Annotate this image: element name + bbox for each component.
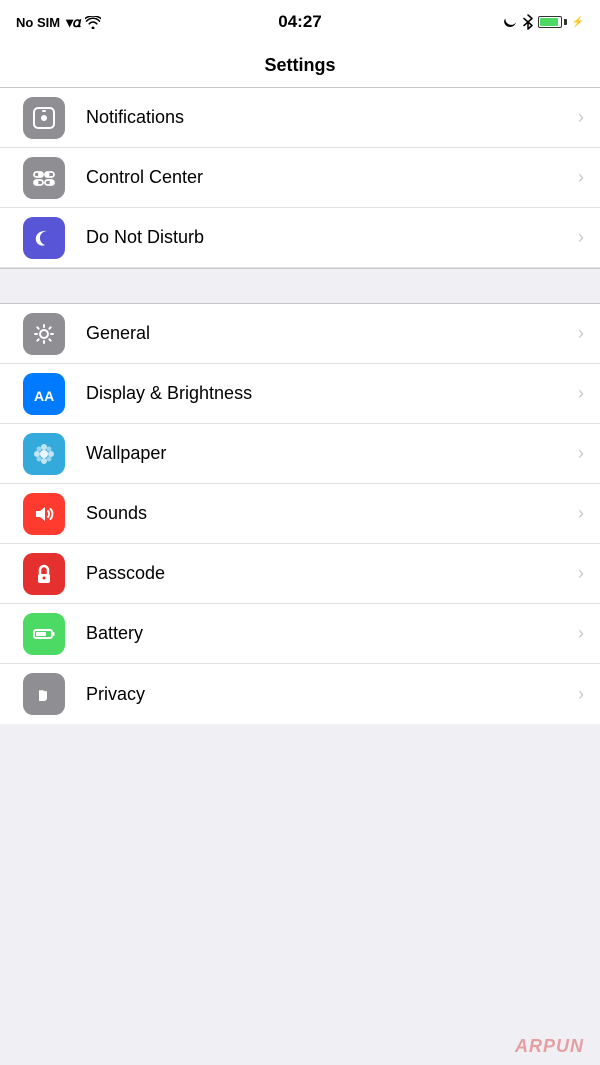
- battery-icon-wrapper: [16, 606, 72, 662]
- battery-status: [538, 16, 567, 28]
- battery-icon-box: [23, 613, 65, 655]
- control-center-label: Control Center: [86, 167, 570, 188]
- battery-chevron: ›: [578, 623, 584, 644]
- privacy-icon-wrapper: [16, 666, 72, 722]
- general-icon-wrapper: [16, 306, 72, 362]
- privacy-label: Privacy: [86, 684, 570, 705]
- page-title: Settings: [264, 55, 335, 76]
- notifications-icon-wrapper: [16, 90, 72, 146]
- passcode-label: Passcode: [86, 563, 570, 584]
- section-separator-1: [0, 268, 600, 304]
- status-right: ⚡: [504, 14, 584, 30]
- do-not-disturb-label: Do Not Disturb: [86, 227, 570, 248]
- notifications-label: Notifications: [86, 107, 570, 128]
- general-label: General: [86, 323, 570, 344]
- do-not-disturb-icon: [31, 225, 57, 251]
- settings-group-1: Notifications › Control Center ›: [0, 88, 600, 268]
- status-left: No SIM ▾𝛼: [16, 14, 101, 31]
- passcode-icon-box: [23, 553, 65, 595]
- notifications-icon: [31, 105, 57, 131]
- do-not-disturb-icon-box: [23, 217, 65, 259]
- status-bar: No SIM ▾𝛼 04:27 ⚡: [0, 0, 600, 44]
- watermark: ARPUN: [515, 1036, 584, 1057]
- moon-icon: [504, 15, 518, 29]
- passcode-chevron: ›: [578, 563, 584, 584]
- do-not-disturb-chevron: ›: [578, 227, 584, 248]
- display-label: Display & Brightness: [86, 383, 570, 404]
- general-icon-box: [23, 313, 65, 355]
- settings-item-battery[interactable]: Battery ›: [0, 604, 600, 664]
- sounds-icon-box: [23, 493, 65, 535]
- general-icon: [31, 321, 57, 347]
- battery-label: Battery: [86, 623, 570, 644]
- settings-item-notifications[interactable]: Notifications ›: [0, 88, 600, 148]
- settings-item-privacy[interactable]: Privacy ›: [0, 664, 600, 724]
- settings-item-wallpaper[interactable]: Wallpaper ›: [0, 424, 600, 484]
- wifi-icon: ▾𝛼: [66, 14, 101, 31]
- settings-item-passcode[interactable]: Passcode ›: [0, 544, 600, 604]
- settings-item-control-center[interactable]: Control Center ›: [0, 148, 600, 208]
- control-center-icon-wrapper: [16, 150, 72, 206]
- wallpaper-icon: [31, 441, 57, 467]
- passcode-icon: [31, 561, 57, 587]
- settings-item-do-not-disturb[interactable]: Do Not Disturb ›: [0, 208, 600, 268]
- display-chevron: ›: [578, 383, 584, 404]
- wallpaper-icon-box: [23, 433, 65, 475]
- sounds-chevron: ›: [578, 503, 584, 524]
- control-center-icon: [31, 165, 57, 191]
- wallpaper-icon-wrapper: [16, 426, 72, 482]
- privacy-icon: [31, 681, 57, 707]
- carrier-label: No SIM: [16, 15, 60, 30]
- control-center-chevron: ›: [578, 167, 584, 188]
- sounds-label: Sounds: [86, 503, 570, 524]
- passcode-icon-wrapper: [16, 546, 72, 602]
- battery-icon: [31, 621, 57, 647]
- sounds-icon: [31, 501, 57, 527]
- control-center-icon-box: [23, 157, 65, 199]
- display-icon-box: AA: [23, 373, 65, 415]
- status-time: 04:27: [278, 12, 321, 32]
- notifications-icon-box: [23, 97, 65, 139]
- notifications-chevron: ›: [578, 107, 584, 128]
- display-icon-wrapper: AA: [16, 366, 72, 422]
- charging-bolt: ⚡: [572, 17, 584, 28]
- wallpaper-label: Wallpaper: [86, 443, 570, 464]
- general-chevron: ›: [578, 323, 584, 344]
- sounds-icon-wrapper: [16, 486, 72, 542]
- display-icon: AA: [31, 381, 57, 407]
- do-not-disturb-icon-wrapper: [16, 210, 72, 266]
- settings-item-display[interactable]: AA Display & Brightness ›: [0, 364, 600, 424]
- settings-item-sounds[interactable]: Sounds ›: [0, 484, 600, 544]
- privacy-chevron: ›: [578, 684, 584, 705]
- settings-group-2: General › AA Display & Brightness ›: [0, 304, 600, 724]
- settings-item-general[interactable]: General ›: [0, 304, 600, 364]
- nav-bar: Settings: [0, 44, 600, 88]
- wallpaper-chevron: ›: [578, 443, 584, 464]
- bluetooth-icon: [523, 14, 533, 30]
- privacy-icon-box: [23, 673, 65, 715]
- svg-text:AA: AA: [34, 388, 54, 404]
